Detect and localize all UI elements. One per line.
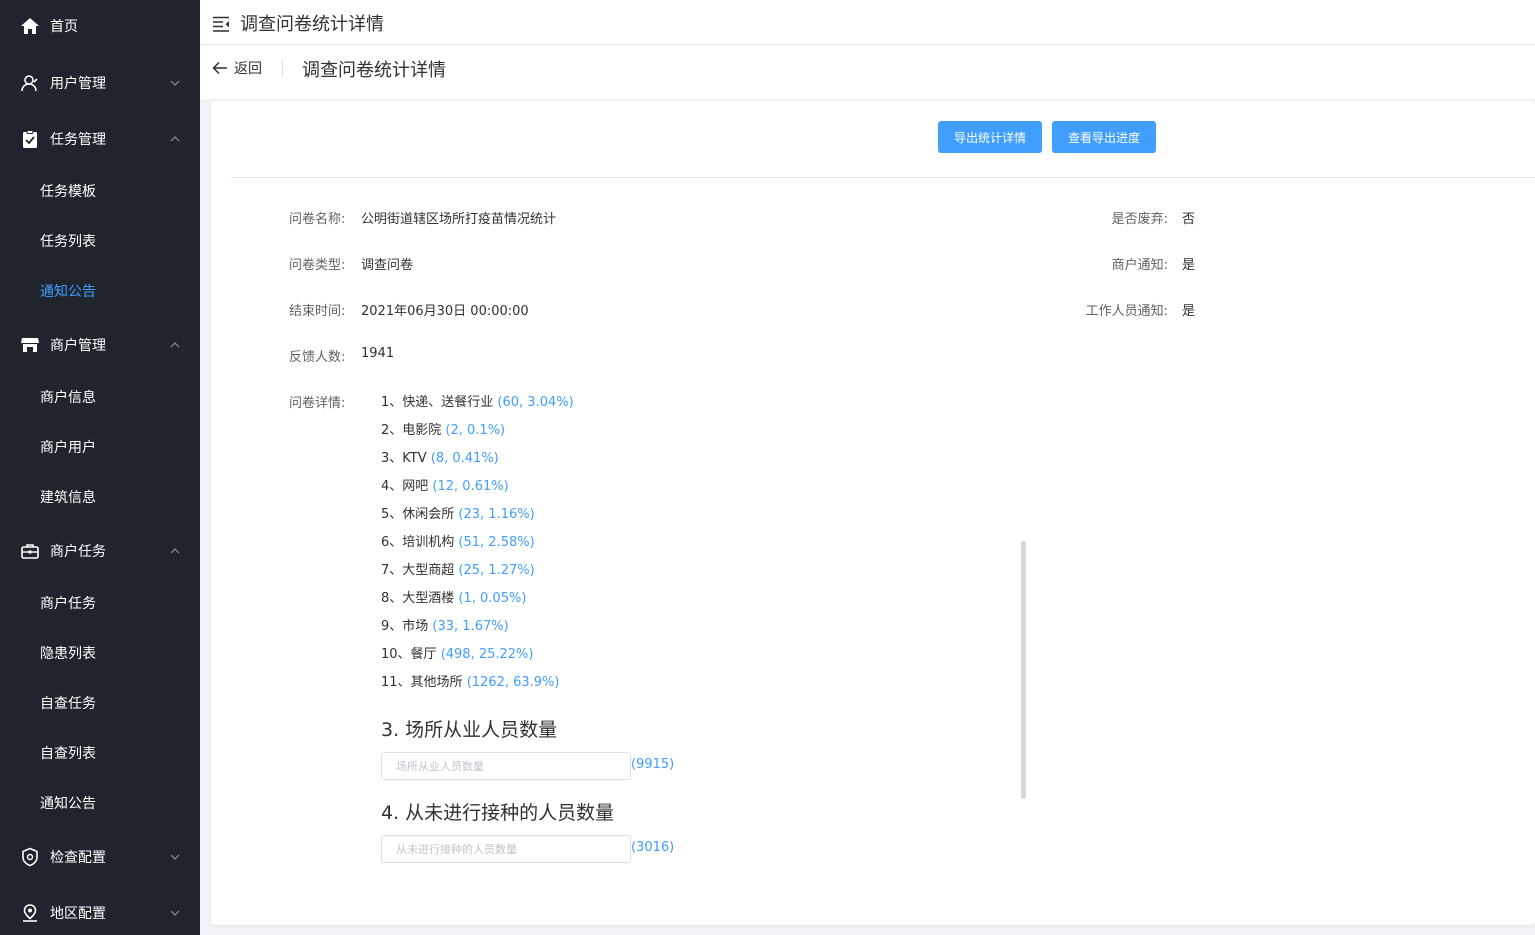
sidebar-item-self-check-task[interactable]: 自查任务 [0, 680, 200, 726]
details-scrollbar[interactable] [1021, 541, 1026, 799]
questionnaire-name-label: 问卷名称: [289, 212, 346, 227]
sidebar-item-label: 隐患列表 [40, 646, 96, 662]
end-time-label: 结束时间: [289, 304, 346, 319]
sidebar-item-notice-2[interactable]: 通知公告 [0, 780, 200, 826]
sidebar-item-self-check-list[interactable]: 自查列表 [0, 730, 200, 776]
page-title: 调查问卷统计详情 [240, 14, 384, 35]
chevron-down-icon [170, 852, 180, 862]
sidebar-item-merchant-management[interactable]: 商户管理 [0, 319, 200, 371]
detail-card: 导出统计详情 查看导出进度 问卷名称: 公明街道辖区场所打疫苗情况统计 问卷类型… [211, 101, 1535, 925]
unvaccinated-count-input[interactable] [381, 835, 631, 863]
feedback-count-label: 反馈人数: [289, 350, 346, 365]
sidebar-item-label: 任务管理 [50, 132, 106, 148]
sidebar-item-merchant-user[interactable]: 商户用户 [0, 424, 200, 470]
chevron-up-icon [170, 546, 180, 556]
sidebar-item-region-config[interactable]: 地区配置 [0, 887, 200, 935]
question-title: 3. 场所从业人员数量 [381, 719, 558, 741]
sidebar-item-merchant-task-group[interactable]: 商户任务 [0, 525, 200, 577]
option-item: 8、大型酒楼 (1, 0.05%) [381, 591, 527, 606]
home-icon [20, 16, 40, 36]
back-label: 返回 [234, 61, 262, 77]
arrow-left-icon [212, 61, 227, 75]
sidebar-item-task-template[interactable]: 任务模板 [0, 168, 200, 214]
option-item: 1、快递、送餐行业 (60, 3.04%) [381, 395, 574, 410]
staff-count-input[interactable] [381, 752, 631, 780]
question-title: 4. 从未进行接种的人员数量 [381, 802, 615, 824]
option-item: 10、餐厅 (498, 25.22%) [381, 647, 534, 662]
page-header: 返回 调查问卷统计详情 [200, 45, 1535, 99]
sidebar-item-notice[interactable]: 通知公告 [0, 268, 200, 314]
questionnaire-type-label: 问卷类型: [289, 258, 346, 273]
sidebar-item-label: 商户管理 [50, 338, 106, 354]
user-icon [20, 73, 40, 93]
option-item: 11、其他场所 (1262, 63.9%) [381, 675, 560, 690]
sidebar-item-label: 任务列表 [40, 234, 96, 250]
sidebar-item-label: 自查任务 [40, 696, 96, 712]
chevron-up-icon [170, 134, 180, 144]
chevron-down-icon [170, 78, 180, 88]
briefcase-icon [20, 541, 40, 561]
store-icon [20, 335, 40, 355]
staff-notify-value: 是 [1182, 304, 1196, 319]
sidebar-item-label: 通知公告 [40, 796, 96, 812]
chevron-up-icon [170, 340, 180, 350]
sidebar: 首页 用户管理 任务管理 任务模板 任务列表 通知公告 商户管理 商户信息 商户… [0, 0, 200, 935]
menu-fold-icon[interactable] [212, 16, 230, 32]
sidebar-item-user-management[interactable]: 用户管理 [0, 57, 200, 109]
sidebar-item-label: 地区配置 [50, 906, 106, 922]
sidebar-item-inspection-config[interactable]: 检查配置 [0, 831, 200, 883]
sidebar-item-hazard-list[interactable]: 隐患列表 [0, 630, 200, 676]
feedback-count-value: 1941 [361, 346, 395, 361]
option-item: 5、休闲会所 (23, 1.16%) [381, 507, 535, 522]
page-header-title: 调查问卷统计详情 [302, 60, 446, 81]
option-item: 4、网吧 (12, 0.61%) [381, 479, 509, 494]
unvaccinated-count-total: (3016) [631, 840, 675, 855]
sidebar-item-label: 建筑信息 [40, 490, 96, 506]
top-bar: 调查问卷统计详情 [200, 0, 1535, 45]
sidebar-item-task-list[interactable]: 任务列表 [0, 218, 200, 264]
questionnaire-details-label: 问卷详情: [289, 396, 346, 411]
option-item: 2、电影院 (2, 0.1%) [381, 423, 506, 438]
shield-icon [20, 847, 40, 867]
card-divider [231, 177, 1535, 178]
merchant-notify-label: 商户通知: [1111, 258, 1168, 273]
view-export-progress-button[interactable]: 查看导出进度 [1052, 121, 1156, 153]
sidebar-item-building-info[interactable]: 建筑信息 [0, 474, 200, 520]
sidebar-item-label: 通知公告 [40, 284, 96, 300]
staff-count-total: (9915) [631, 757, 675, 772]
sidebar-item-label: 首页 [50, 19, 78, 35]
sidebar-item-label: 商户信息 [40, 390, 96, 406]
end-time-value: 2021年06月30日 00:00:00 [361, 304, 529, 319]
sidebar-item-label: 自查列表 [40, 746, 96, 762]
sidebar-item-merchant-task[interactable]: 商户任务 [0, 580, 200, 626]
sidebar-item-label: 检查配置 [50, 850, 106, 866]
sidebar-item-label: 商户任务 [40, 596, 96, 612]
option-item: 7、大型商超 (25, 1.27%) [381, 563, 535, 578]
sidebar-item-label: 任务模板 [40, 184, 96, 200]
map-pin-icon [20, 903, 40, 923]
back-button[interactable]: 返回 [212, 59, 262, 77]
merchant-notify-value: 是 [1182, 258, 1196, 273]
sidebar-item-home[interactable]: 首页 [0, 0, 200, 52]
discarded-value: 否 [1182, 212, 1196, 227]
header-divider [282, 61, 283, 77]
option-item: 6、培训机构 (51, 2.58%) [381, 535, 535, 550]
option-item: 9、市场 (33, 1.67%) [381, 619, 509, 634]
clipboard-check-icon [20, 129, 40, 149]
export-details-button[interactable]: 导出统计详情 [938, 121, 1042, 153]
sidebar-item-label: 商户用户 [40, 440, 96, 456]
option-item: 3、KTV (8, 0.41%) [381, 451, 499, 466]
sidebar-item-label: 商户任务 [50, 544, 106, 560]
staff-notify-label: 工作人员通知: [1085, 304, 1168, 319]
questionnaire-name-value: 公明街道辖区场所打疫苗情况统计 [361, 212, 557, 227]
discarded-label: 是否废弃: [1111, 212, 1168, 227]
questionnaire-type-value: 调查问卷 [361, 258, 414, 273]
sidebar-item-label: 用户管理 [50, 76, 106, 92]
chevron-down-icon [170, 908, 180, 918]
sidebar-item-task-management[interactable]: 任务管理 [0, 113, 200, 165]
sidebar-item-merchant-info[interactable]: 商户信息 [0, 374, 200, 420]
